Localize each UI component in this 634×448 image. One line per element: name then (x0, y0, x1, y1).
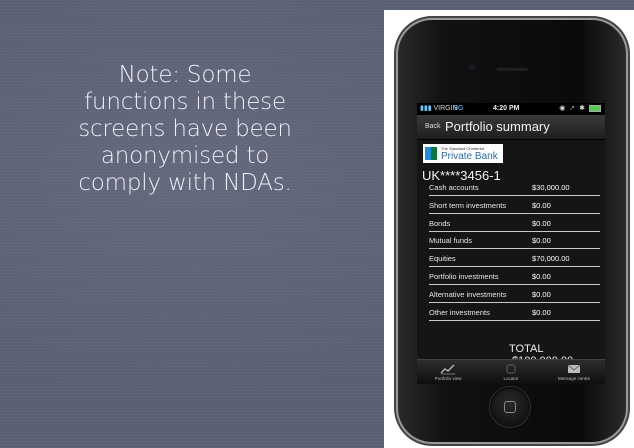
earpiece (495, 66, 529, 71)
logo-text: Private Bank (441, 151, 498, 162)
battery-icon (589, 104, 601, 112)
note-line: functions in these (84, 89, 286, 115)
row-label: Alternative investments (429, 289, 507, 299)
list-item[interactable]: Mutual funds $0.00 (429, 234, 600, 250)
row-value: $70,000.00 (532, 254, 570, 264)
phone-screen: ▮▮▮ VIRGIN 3G 4:20 PM ◉ ➚ ✱ Back Portfol… (417, 103, 605, 384)
list-item[interactable]: Short term investments $0.00 (429, 199, 600, 214)
lock-icon: ◉ (559, 105, 567, 112)
bank-logo: The Standard Chartered Private Bank (423, 144, 503, 163)
carrier-label: ▮▮▮ VIRGIN (420, 105, 458, 112)
note-line: comply with NDAs. (78, 170, 292, 196)
status-bar: ▮▮▮ VIRGIN 3G 4:20 PM ◉ ➚ ✱ (417, 103, 605, 115)
locator-icon (506, 364, 516, 374)
tab-locator[interactable]: Locator (480, 360, 542, 384)
logo-mark-icon (425, 147, 437, 160)
list-item[interactable]: Other investments $0.00 (429, 306, 600, 321)
row-label: Equities (429, 254, 456, 264)
row-label: Bonds (429, 218, 451, 228)
list-item[interactable]: Bonds $0.00 (429, 217, 600, 232)
list-item[interactable]: Cash accounts $30,000.00 (429, 181, 600, 196)
network-label: 3G (454, 105, 464, 112)
note-line: Note: Some (118, 62, 252, 88)
iphone-device: ▮▮▮ VIRGIN 3G 4:20 PM ◉ ➚ ✱ Back Portfol… (398, 20, 626, 442)
row-label: Portfolio investments (429, 271, 499, 281)
list-item[interactable]: Portfolio investments $0.00 (429, 270, 600, 285)
row-value: $30,000.00 (532, 183, 570, 192)
row-value: $0.00 (532, 271, 551, 281)
list-item[interactable]: Alternative investments $0.00 (429, 288, 600, 303)
row-value: $0.00 (532, 289, 551, 299)
portfolio-list: Cash accounts $30,000.00 Short term inve… (429, 181, 600, 323)
nav-bar: Back Portfolio summary (417, 115, 605, 140)
nda-note: Note: Some functions in these screens ha… (20, 62, 350, 197)
tab-label: Portfolio view (434, 376, 462, 381)
note-line: anonymised to (100, 143, 270, 169)
tab-label: Message centre (557, 376, 591, 381)
tab-message-centre[interactable]: Message centre (543, 360, 605, 384)
total-label: TOTAL (509, 343, 544, 355)
tab-portfolio-view[interactable]: Portfolio view (417, 360, 479, 384)
home-square-icon (504, 401, 516, 413)
camera-icon (468, 63, 476, 71)
chart-icon (440, 364, 455, 375)
list-item[interactable]: Equities $70,000.00 (429, 252, 600, 268)
row-value: $0.00 (532, 200, 551, 210)
location-icon: ➚ (569, 105, 577, 112)
row-value: $0.00 (532, 236, 551, 246)
row-label: Mutual funds (429, 236, 472, 246)
status-icons: ◉ ➚ ✱ (559, 103, 601, 115)
envelope-icon (567, 364, 581, 373)
row-label: Short term investments (429, 200, 507, 210)
row-value: $0.00 (532, 307, 551, 317)
tab-bar: Portfolio view Locator Message centre (417, 359, 605, 384)
back-button[interactable]: Back (422, 121, 444, 132)
home-button[interactable] (490, 387, 530, 427)
row-label: Cash accounts (429, 183, 479, 192)
signal-icon: ▮▮▮ (420, 105, 432, 112)
page-title: Portfolio summary (445, 119, 550, 134)
clock: 4:20 PM (493, 105, 520, 112)
row-label: Other investments (429, 307, 490, 317)
bluetooth-icon: ✱ (579, 105, 587, 112)
tab-label: Locator (503, 376, 519, 381)
note-line: screens have been (78, 116, 292, 142)
row-value: $0.00 (532, 218, 551, 228)
